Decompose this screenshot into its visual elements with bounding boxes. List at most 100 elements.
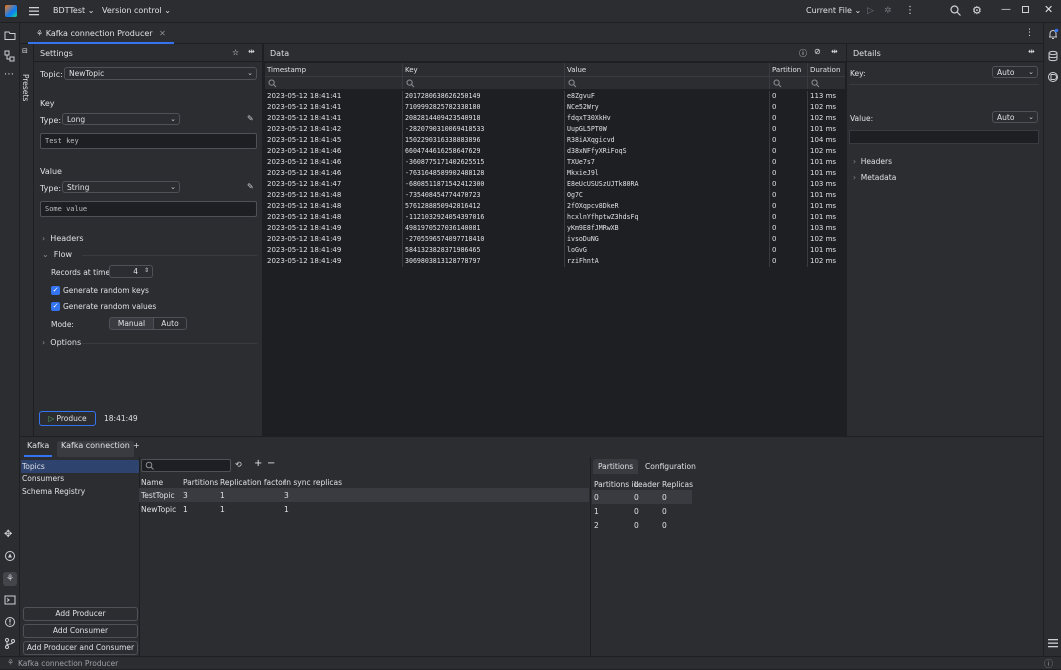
partitions-table[interactable]: Partitions id Leader Replicas 0 0 0 1 0 0 2 0 0: [592, 479, 693, 539]
generate-key-icon[interactable]: ✎: [247, 114, 254, 123]
gen-values-checkbox[interactable]: ✓: [51, 302, 60, 311]
notifications-icon[interactable]: [1047, 28, 1059, 40]
column-filter-icon[interactable]: [811, 79, 820, 88]
problems-icon[interactable]: [4, 616, 16, 628]
more-actions-icon[interactable]: ⋮: [905, 5, 915, 16]
minimize-icon[interactable]: —: [1001, 4, 1011, 15]
column-header[interactable]: Duration: [810, 66, 840, 74]
key-field[interactable]: Test key: [40, 133, 257, 149]
collapse-panel-icon[interactable]: ⇹: [248, 47, 255, 56]
options-expander[interactable]: › Options: [42, 338, 81, 347]
table-row[interactable]: 2023-05-12 18:41:41 7109992825782338180 NC…: [265, 102, 845, 113]
table-row[interactable]: 2023-05-12 18:41:49 3069803813128778797 rz…: [265, 256, 845, 267]
topics-table[interactable]: Name Partitions Replication factor In sync …: [139, 477, 589, 657]
table-row[interactable]: NewTopic 1 1 1: [139, 503, 589, 516]
column-header[interactable]: Partitions: [183, 478, 218, 487]
column-header[interactable]: Key: [405, 66, 418, 74]
nav-item-consumers[interactable]: Consumers: [22, 474, 64, 483]
add-producer-button[interactable]: Add Producer: [23, 607, 138, 621]
project-folder-icon[interactable]: [4, 29, 16, 41]
maximize-icon[interactable]: [1022, 6, 1029, 13]
flow-expander[interactable]: ⌄ Flow: [42, 250, 72, 259]
table-row[interactable]: 2023-05-12 18:41:48 5761288850942816412 2f…: [265, 201, 845, 212]
column-header[interactable]: Partitions id: [594, 480, 638, 489]
collapse-panel-icon[interactable]: ⇹: [831, 47, 838, 56]
vcs-selector[interactable]: Version control ⌄: [102, 6, 171, 15]
table-row[interactable]: 2023-05-12 18:41:48 -735408454774470723 Og…: [265, 190, 845, 201]
status-breadcrumb[interactable]: Kafka connection Producer: [18, 659, 118, 668]
table-row[interactable]: 2023-05-12 18:41:49 4981970527036140081 yK…: [265, 223, 845, 234]
help-icon[interactable]: ⓘ: [1044, 657, 1053, 670]
table-row[interactable]: 2023-05-12 18:41:45 1502290316338883896 R3…: [265, 135, 845, 146]
table-row[interactable]: 2023-05-12 18:41:41 2082814409423540918 fd…: [265, 113, 845, 124]
tab-configuration[interactable]: Configuration: [643, 459, 698, 474]
close-tab-icon[interactable]: ✕: [159, 29, 166, 38]
gen-keys-checkbox[interactable]: ✓: [51, 286, 60, 295]
generate-value-icon[interactable]: ✎: [247, 182, 254, 191]
table-row[interactable]: 2023-05-12 18:41:49 5841323828371986465 lo…: [265, 245, 845, 256]
column-header[interactable]: Timestamp: [267, 66, 306, 74]
table-row[interactable]: 2023-05-12 18:41:42 -282079031006941853З U…: [265, 124, 845, 135]
git-icon[interactable]: [4, 637, 16, 649]
presets-strip[interactable]: ⊟ Presets: [20, 44, 34, 436]
tab-options-icon[interactable]: ⋮: [1025, 28, 1034, 38]
column-filter-icon[interactable]: [773, 79, 782, 88]
big-data-icon[interactable]: [1047, 71, 1059, 83]
headers-expander[interactable]: › Headers: [42, 234, 84, 243]
details-metadata-expander[interactable]: › Metadata: [853, 173, 896, 182]
table-row[interactable]: 2023-05-12 18:41:49 -2705596574097718410 i…: [265, 234, 845, 245]
mode-auto-button[interactable]: Auto: [153, 317, 187, 330]
pin-icon[interactable]: ☆: [232, 48, 239, 57]
remove-topic-icon[interactable]: −: [267, 458, 275, 469]
table-row[interactable]: 2023-05-12 18:41:46 -3608775171402625515 T…: [265, 157, 845, 168]
nav-item-topics[interactable]: Topics: [21, 460, 139, 473]
refresh-icon[interactable]: ⟲: [235, 460, 242, 469]
project-selector[interactable]: BDTTest ⌄: [53, 6, 94, 15]
details-value-mode-select[interactable]: Auto ⌄: [992, 111, 1038, 123]
details-value-field[interactable]: [849, 130, 1039, 144]
debug-icon[interactable]: ✲: [884, 6, 892, 16]
event-log-icon[interactable]: [1047, 637, 1059, 649]
column-header[interactable]: Name: [141, 478, 163, 487]
column-header[interactable]: In sync replicas: [284, 478, 342, 487]
search-icon[interactable]: [950, 5, 961, 16]
topics-search-input[interactable]: [141, 459, 231, 472]
table-row[interactable]: TestTopic 3 1 3: [139, 489, 589, 502]
tab-partitions[interactable]: Partitions: [593, 459, 639, 474]
table-row[interactable]: 2023-05-12 18:41:48 -1121032924054397016 h…: [265, 212, 845, 223]
details-key-mode-select[interactable]: Auto ⌄: [992, 66, 1038, 78]
add-producer-consumer-button[interactable]: Add Producer and Consumer: [23, 641, 138, 655]
table-row[interactable]: 0 0 0: [592, 491, 692, 504]
kafka-icon[interactable]: ⚘: [3, 572, 17, 586]
table-row[interactable]: 2023-05-12 18:41:46 -7631648589902488128 M…: [265, 168, 845, 179]
column-header[interactable]: Partition: [772, 66, 801, 74]
column-filter-icon[interactable]: [568, 79, 577, 88]
spinner-arrows-icon[interactable]: ⇕: [144, 267, 149, 274]
tab-kafka[interactable]: Kafka: [24, 441, 53, 457]
table-row[interactable]: 2023-05-12 18:41:47 -6808511871542412300 E…: [265, 179, 845, 190]
table-row[interactable]: 2023-05-12 18:41:46 6604744616258647629 d3…: [265, 146, 845, 157]
tab-kafka-connection[interactable]: Kafka connection: [57, 441, 134, 457]
column-header[interactable]: Replication factor: [220, 478, 286, 487]
column-filter-icon[interactable]: [268, 79, 277, 88]
records-spinner[interactable]: 4 ⇕: [109, 265, 153, 278]
table-row[interactable]: 2023-05-12 18:41:41 2017280638626250149 e8…: [265, 91, 845, 102]
column-header[interactable]: Leader: [634, 480, 660, 489]
plugin-icon[interactable]: ✥: [4, 529, 16, 541]
column-filter-icon[interactable]: [406, 79, 415, 88]
clear-icon[interactable]: ⊘: [814, 47, 821, 56]
nav-item-schema-registry[interactable]: Schema Registry: [22, 487, 85, 496]
more-tools-icon[interactable]: ⋯: [4, 69, 16, 81]
mode-manual-button[interactable]: Manual: [109, 317, 154, 330]
tab-kafka-producer[interactable]: ⚘ Kafka connection Producer ✕: [28, 23, 174, 44]
database-icon[interactable]: [1047, 50, 1059, 62]
collapse-panel-icon[interactable]: ⇹: [1028, 47, 1035, 56]
value-field[interactable]: Some value: [40, 201, 257, 217]
details-headers-expander[interactable]: › Headers: [853, 157, 892, 166]
value-type-select[interactable]: String ⌄: [62, 181, 180, 193]
key-type-select[interactable]: Long ⌄: [62, 113, 180, 125]
table-row[interactable]: 1 0 0: [592, 505, 692, 518]
run-config-selector[interactable]: Current File ⌄: [806, 6, 861, 15]
add-topic-icon[interactable]: +: [254, 458, 262, 469]
main-menu-icon[interactable]: [28, 5, 40, 17]
